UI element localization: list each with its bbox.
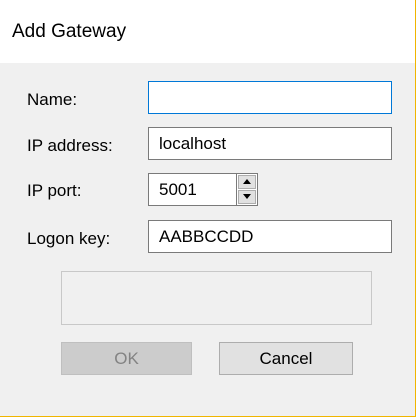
name-field[interactable] (148, 81, 392, 114)
dialog-title: Add Gateway (12, 21, 127, 42)
ip-address-label: IP address: (27, 136, 113, 155)
ip-port-field[interactable] (148, 173, 236, 206)
ip-address-field[interactable] (148, 127, 392, 160)
cancel-button[interactable]: Cancel (219, 342, 353, 375)
ip-port-stepper (236, 173, 258, 206)
logon-key-field[interactable] (148, 220, 392, 253)
chevron-down-icon (243, 194, 251, 199)
name-label: Name: (27, 90, 78, 109)
add-gateway-dialog: Add Gateway Name: IP address: IP port: L… (0, 0, 416, 417)
ip-port-label: IP port: (27, 181, 82, 200)
chevron-up-icon (243, 179, 251, 184)
spin-down-button[interactable] (238, 190, 256, 204)
ok-button[interactable]: OK (61, 342, 192, 375)
status-box (61, 271, 372, 325)
logon-key-label: Logon key: (27, 229, 111, 248)
spin-up-button[interactable] (238, 175, 256, 189)
title-bar[interactable]: Add Gateway (0, 0, 415, 63)
